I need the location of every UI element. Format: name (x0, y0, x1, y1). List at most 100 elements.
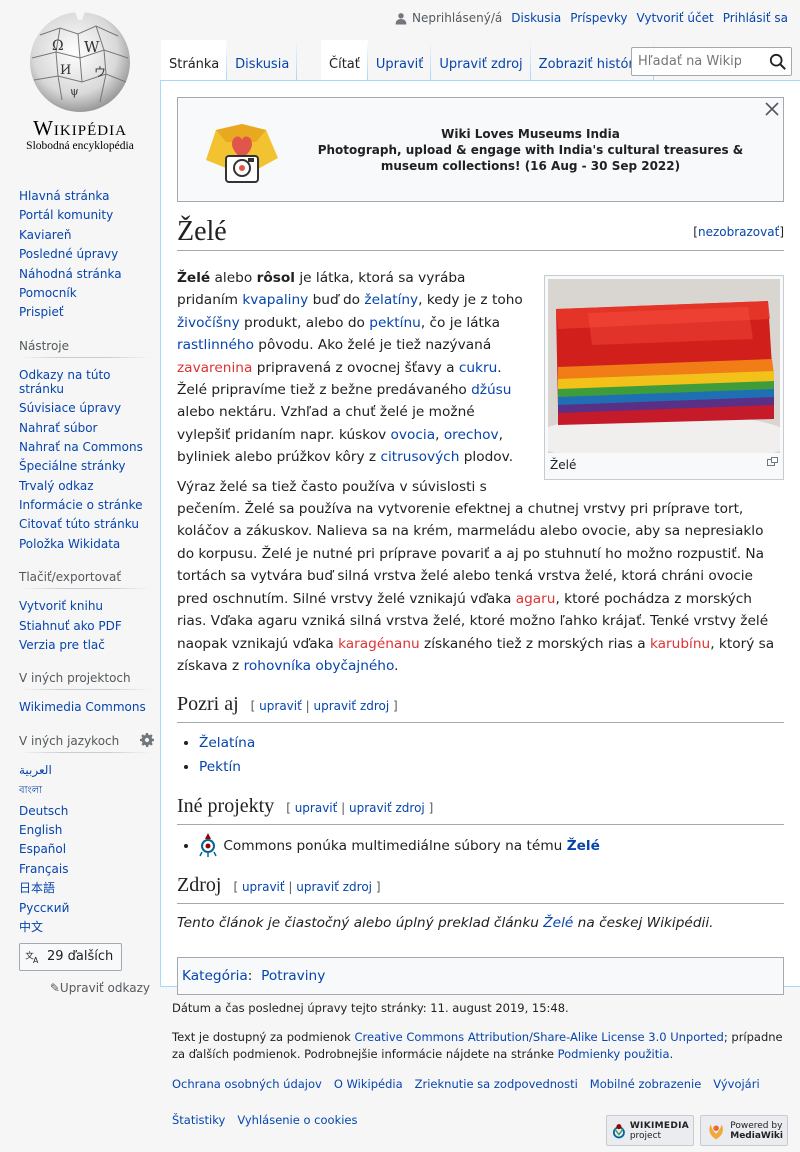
thumbnail-figure: Želé (544, 275, 784, 480)
link-cs-zele[interactable]: Želé (543, 915, 573, 931)
article-body: Želé Želé alebo rôsol je látka, ktorá sa… (177, 267, 784, 996)
footer-link-mobile[interactable]: Mobilné zobrazenie (590, 1077, 702, 1091)
link-cukru[interactable]: cukru (459, 360, 497, 376)
redlink-karagenanu[interactable]: karagénanu (338, 636, 420, 652)
link-commons-zele[interactable]: Želé (567, 838, 600, 854)
footer-link-about[interactable]: O Wikipédia (334, 1077, 403, 1091)
tab-article[interactable]: Stránka (161, 40, 228, 80)
wikipedia-logo[interactable]: Ω W И ウ ψ Wikipédia Slobodná encyklopédi… (0, 0, 160, 160)
sidebar-item-random-page[interactable]: Náhodná stránka (19, 267, 122, 281)
sidebar-item-upload-commons[interactable]: Nahrať na Commons (19, 440, 143, 454)
sidebar-item-wikidata-item[interactable]: Položka Wikidata (19, 537, 120, 551)
sidebar-item-help[interactable]: Pomocník (19, 286, 77, 300)
link-rastlinneho[interactable]: rastlinného (177, 337, 254, 353)
search-input[interactable] (632, 48, 760, 75)
hide-notice-link[interactable]: nezobrazovať (698, 225, 779, 239)
page-title: Želé [nezobrazovať] (177, 216, 784, 251)
sidebar-item-permanent-link[interactable]: Trvalý odkaz (19, 479, 94, 493)
edit-interlanguage-links[interactable]: ✎Upraviť odkazy (19, 981, 152, 995)
sidebar-item-related-changes[interactable]: Súvisiace úpravy (19, 401, 121, 415)
powered-by-mediawiki-badge[interactable]: Powered by MediaWiki (700, 1115, 788, 1146)
link-orechov[interactable]: orechov (444, 427, 499, 443)
sidebar-item-printable[interactable]: Verzia pre tlač (19, 638, 105, 652)
jelly-image[interactable] (548, 279, 780, 453)
search-icon[interactable] (769, 53, 787, 71)
sidebar-item-special-pages[interactable]: Špeciálne stránky (19, 459, 126, 473)
sidebar-heading-languages: V iných jazykoch (19, 729, 154, 753)
personal-link-create-account[interactable]: Vytvoriť účet (636, 11, 713, 25)
link-zivocisny[interactable]: živočíšny (177, 315, 240, 331)
edit-section-link[interactable]: upraviť (295, 801, 338, 815)
section-edit-links: [ upraviť | upraviť zdroj ] (250, 699, 398, 714)
sidebar-item-cite-page[interactable]: Citovať túto stránku (19, 517, 139, 531)
more-languages-button[interactable]: 文A 29 ďalších (19, 943, 123, 972)
link-kvapaliny[interactable]: kvapaliny (242, 292, 308, 308)
lang-link-bn[interactable]: বাংলা (19, 785, 42, 796)
close-icon[interactable] (765, 102, 779, 116)
footer-link-privacy[interactable]: Ochrana osobných údajov (172, 1077, 322, 1091)
gear-icon[interactable] (140, 732, 154, 747)
link-rohovnika[interactable]: rohovníka obyčajného (244, 658, 395, 674)
category-link-potraviny[interactable]: Potraviny (261, 968, 325, 984)
edit-source-section-link[interactable]: upraviť zdroj (296, 880, 372, 894)
link-zelatina[interactable]: Želatína (199, 735, 255, 751)
footer-link-cookies[interactable]: Vyhlásenie o cookies (237, 1113, 357, 1127)
tab-talk[interactable]: Diskusia (227, 40, 298, 80)
sidebar-item-community-portal[interactable]: Portál komunity (19, 208, 113, 222)
redlink-zavarenina[interactable]: zavarenina (177, 360, 252, 376)
footer-link-developers[interactable]: Vývojári (713, 1077, 759, 1091)
sidebar-item-donate[interactable]: Prispieť (19, 305, 64, 319)
wikimedia-project-badge[interactable]: WIKIMEDIA project (606, 1115, 694, 1146)
search-box (631, 47, 792, 76)
lang-link-ar[interactable]: العربية (19, 763, 52, 777)
lang-link-ru[interactable]: Русский (19, 901, 69, 915)
sidebar-item-create-book[interactable]: Vytvoriť knihu (19, 599, 103, 613)
link-pektinu[interactable]: pektínu (369, 315, 421, 331)
tab-edit-source[interactable]: Upraviť zdroj (431, 40, 531, 80)
edit-source-section-link[interactable]: upraviť zdroj (313, 699, 389, 713)
personal-link-talk[interactable]: Diskusia (511, 11, 561, 25)
license-link[interactable]: Creative Commons Attribution/Share-Alike… (355, 1030, 724, 1044)
edit-section-link[interactable]: upraviť (242, 880, 285, 894)
sidebar-item-what-links-here[interactable]: Odkazy na túto stránku (19, 368, 111, 396)
redlink-agaru[interactable]: agaru (516, 591, 556, 607)
terms-link[interactable]: Podmienky použitia (558, 1047, 670, 1061)
link-pektin[interactable]: Pektín (199, 759, 241, 775)
sidebar-heading-projects: V iných projektoch (19, 667, 152, 691)
footer-link-disclaimer[interactable]: Zrieknutie sa zodpovednosti (415, 1077, 578, 1091)
sidebar-navigation: Hlavná stránka Portál komunity Kaviareň … (0, 187, 160, 323)
sidebar-item-page-info[interactable]: Informácie o stránke (19, 498, 143, 512)
personal-link-login[interactable]: Prihlásiť sa (723, 11, 788, 25)
lang-link-ja[interactable]: 日本語 (19, 881, 55, 895)
svg-text:Ω: Ω (52, 38, 64, 54)
link-zelatiny[interactable]: želatíny (364, 292, 418, 308)
link-dzusu[interactable]: džúsu (471, 382, 511, 398)
sidebar-item-main-page[interactable]: Hlavná stránka (19, 189, 110, 203)
categories-label-link[interactable]: Kategória (182, 968, 248, 984)
lang-link-de[interactable]: Deutsch (19, 804, 68, 818)
footer-link-statistics[interactable]: Štatistiky (172, 1113, 225, 1127)
pencil-icon: ✎ (49, 981, 60, 996)
sidebar-item-wikimedia-commons[interactable]: Wikimedia Commons (19, 700, 146, 714)
link-citrusovych[interactable]: citrusových (380, 449, 459, 465)
personal-link-contributions[interactable]: Príspevky (570, 11, 627, 25)
lang-link-fr[interactable]: Français (19, 862, 68, 876)
sidebar-item-recent-changes[interactable]: Posledné úpravy (19, 247, 118, 261)
edit-source-section-link[interactable]: upraviť zdroj (349, 801, 425, 815)
wikipedia-tagline: Slobodná encyklopédia (26, 140, 134, 152)
edit-section-link[interactable]: upraviť (259, 699, 302, 713)
enlarge-icon[interactable] (767, 457, 778, 466)
redlink-karubinu[interactable]: karubínu (650, 636, 710, 652)
sidebar-item-village-pump[interactable]: Kaviareň (19, 228, 71, 242)
lang-link-en[interactable]: English (19, 823, 62, 837)
last-modified: Dátum a čas poslednej úpravy tejto strán… (172, 1001, 569, 1015)
lang-link-es[interactable]: Español (19, 842, 66, 856)
link-ovocia[interactable]: ovocia (391, 427, 436, 443)
tab-edit[interactable]: Upraviť (367, 40, 432, 80)
lang-link-zh[interactable]: 中文 (19, 920, 43, 934)
commons-icon (199, 833, 217, 858)
tab-read[interactable]: Čítať (321, 40, 368, 80)
sidebar-item-upload-file[interactable]: Nahrať súbor (19, 421, 98, 435)
sidebar-item-download-pdf[interactable]: Stiahnuť ako PDF (19, 619, 122, 633)
wiki-loves-museums-logo (206, 124, 278, 183)
